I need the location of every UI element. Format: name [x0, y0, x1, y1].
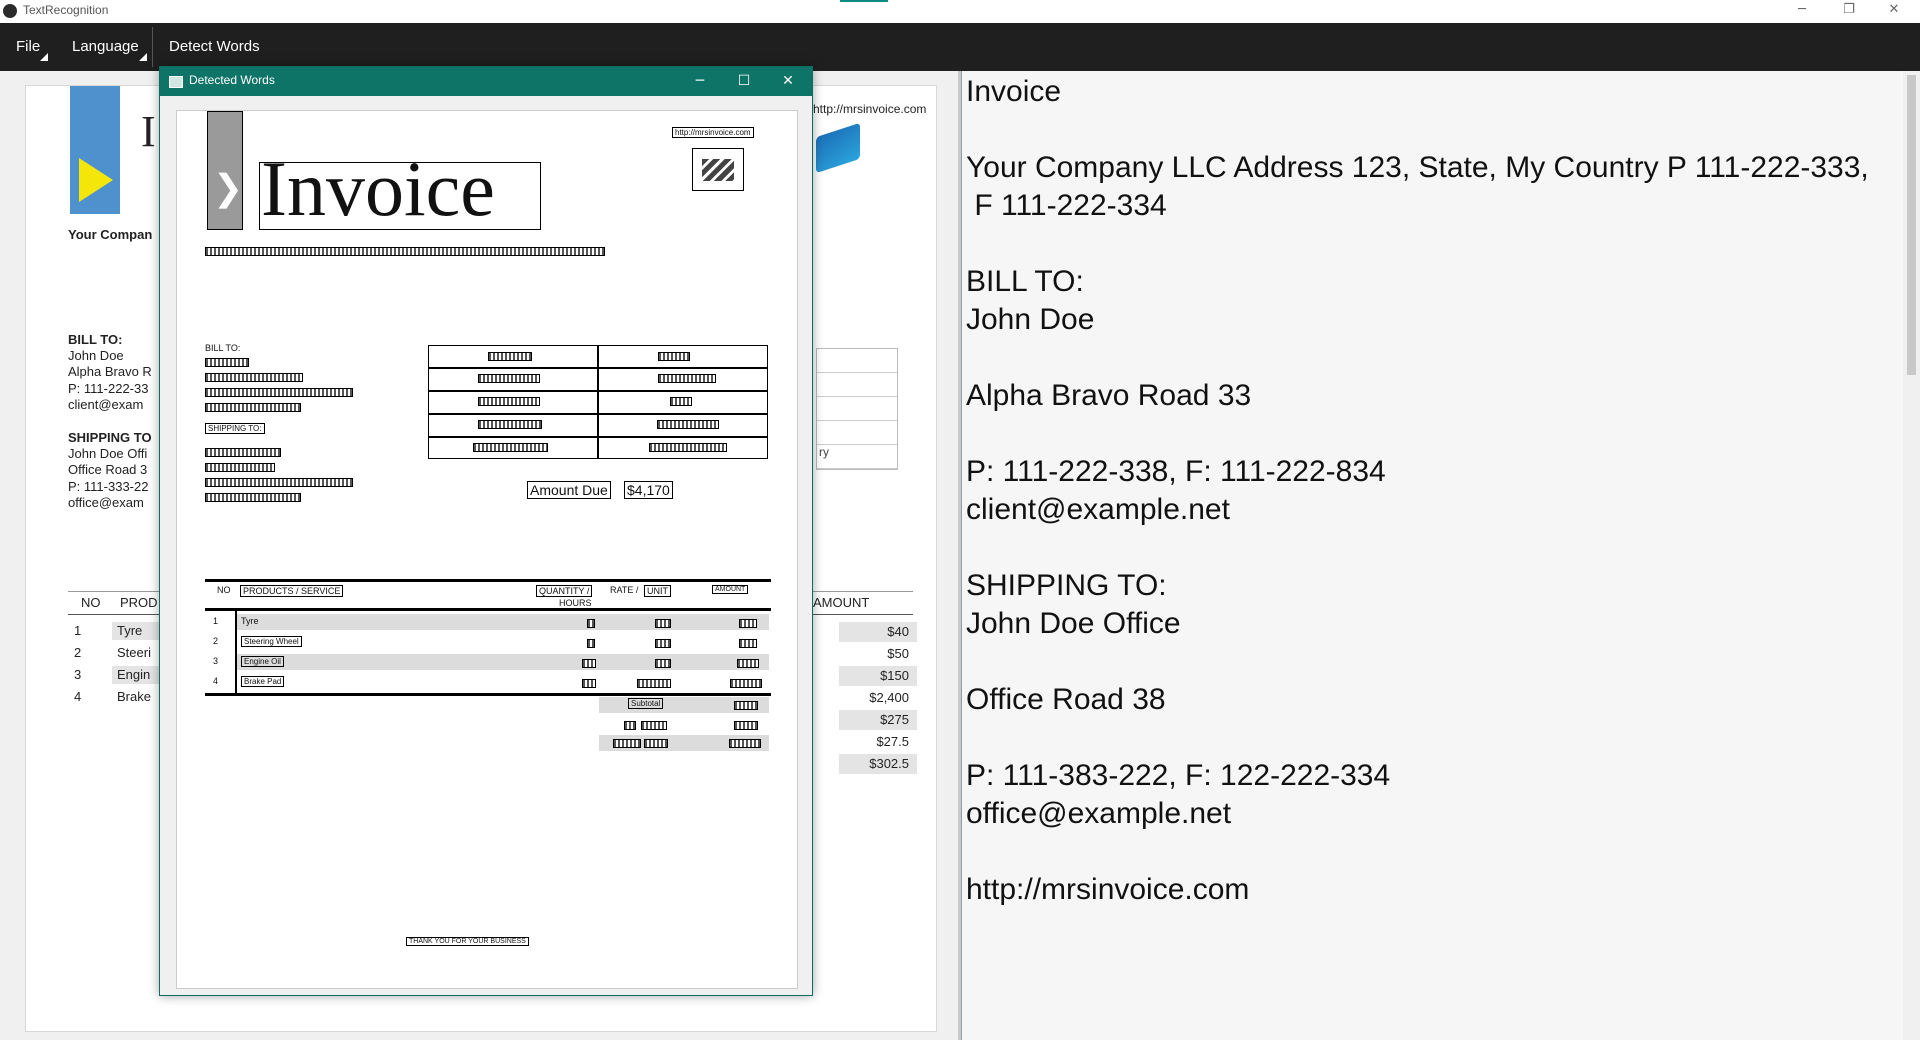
annotated-shipping-to: SHIPPING TO: — [205, 423, 265, 434]
ocr-output-panel[interactable]: Invoice Your Company LLC Address 123, St… — [961, 71, 1920, 1040]
annotated-row-number: 1 — [213, 616, 219, 626]
annotated-thanks: THANK YOU FOR YOUR BUSINESS — [406, 937, 529, 946]
recognized-text[interactable]: Invoice Your Company LLC Address 123, St… — [966, 73, 1896, 909]
annotated-word-line — [205, 247, 605, 256]
annotated-url: http://mrsinvoice.com — [672, 127, 754, 138]
source-header-no: NO — [81, 595, 101, 610]
source-bill-line: Alpha Bravo R — [68, 364, 152, 379]
window-title-bar: TextRecognition ─ ❐ ✕ — [0, 0, 1920, 23]
source-shipping-line: John Doe Offi — [68, 446, 148, 461]
source-item-row: 2 Steeri — [74, 645, 151, 660]
source-shipping-line: Office Road 3 — [68, 462, 148, 477]
menu-detect-words[interactable]: Detect Words — [169, 23, 260, 71]
submenu-indicator-icon — [40, 53, 49, 61]
source-total: $27.5 — [876, 734, 909, 749]
restore-window-button[interactable]: ❐ — [1829, 0, 1869, 23]
detected-words-dialog: Detected Words ─ ☐ ✕ ❯ Invoice http://mr… — [159, 66, 813, 996]
dialog-window-icon — [169, 76, 183, 88]
close-window-button[interactable]: ✕ — [1874, 0, 1914, 23]
annotated-word-line — [205, 358, 249, 367]
source-amount: $2,400 — [869, 690, 909, 705]
source-shipping-label: SHIPPING TO — [68, 430, 152, 445]
source-total: $275 — [839, 710, 917, 730]
annotated-header-rate: RATE / — [610, 585, 639, 595]
menu-language-label: Language — [72, 38, 139, 55]
chevron-icon: ❯ — [213, 167, 244, 208]
company-logo-icon — [702, 159, 734, 181]
window-title: TextRecognition — [23, 3, 109, 17]
source-item-row: 1 Tyre — [68, 622, 173, 640]
source-bill-line: client@exam — [68, 397, 144, 412]
menu-file[interactable]: File — [16, 23, 49, 71]
annotated-invoice-heading: Invoice — [261, 145, 495, 232]
annotated-amount-value: $4,170 — [624, 481, 673, 499]
annotated-row-number: 3 — [213, 656, 219, 666]
source-side-table-text: ry — [817, 445, 897, 469]
annotated-row-name: Tyre — [241, 616, 259, 626]
dialog-title-bar[interactable]: Detected Words ─ ☐ ✕ — [160, 67, 812, 96]
annotated-row-number: 2 — [213, 636, 219, 646]
annotated-word-line — [205, 478, 353, 487]
annotated-header-no: NO — [217, 585, 231, 595]
menu-language[interactable]: Language — [72, 23, 147, 71]
annotated-word-line — [205, 463, 275, 472]
chevron-logo-icon — [79, 158, 113, 202]
annotated-header-amount: AMOUNT — [712, 585, 749, 594]
restore-icon: ❐ — [1843, 2, 1855, 17]
minimize-window-button[interactable]: ─ — [1782, 0, 1822, 23]
annotated-row-name: Engine Oil — [241, 656, 284, 667]
minimize-icon: ─ — [695, 73, 705, 89]
source-total: $302.5 — [839, 754, 917, 774]
annotated-header-hours: HOURS — [559, 598, 592, 608]
maximize-icon: ☐ — [737, 73, 751, 89]
annotated-amount-due: Amount Due — [527, 481, 611, 499]
source-item-row: 3 Engin — [68, 666, 173, 684]
annotated-word-line — [205, 388, 353, 397]
close-icon: ✕ — [782, 73, 794, 89]
company-logo-icon — [816, 122, 860, 174]
source-shipping-line: P: 111-333-22 — [68, 479, 149, 494]
source-amount: $150 — [839, 666, 917, 686]
dialog-title: Detected Words — [189, 73, 275, 87]
annotated-row-name: Steering Wheel — [241, 636, 302, 647]
annotated-word-line — [205, 448, 281, 457]
source-header-product: PROD — [120, 595, 158, 610]
annotated-subtotal: Subtotal — [628, 698, 664, 709]
annotated-bill-to: BILL TO: — [205, 343, 241, 353]
minimize-icon: ─ — [1798, 2, 1806, 17]
menu-bar: File Language Detect Words — [0, 23, 1920, 71]
dialog-close-button[interactable]: ✕ — [766, 67, 810, 96]
menu-file-label: File — [16, 38, 41, 55]
annotated-invoice-image: ❯ Invoice http://mrsinvoice.com BILL TO:… — [176, 110, 798, 989]
source-bill-line: John Doe — [68, 348, 124, 363]
source-item-row: 4 Brake — [74, 689, 151, 704]
close-icon: ✕ — [1888, 2, 1900, 17]
title-accent-line — [840, 0, 888, 2]
source-invoice-info-table: ry — [816, 348, 898, 470]
scrollbar-thumb[interactable] — [1907, 75, 1916, 375]
annotated-word-line — [205, 493, 301, 502]
source-bill-to-label: BILL TO: — [68, 332, 123, 347]
annotated-word-line — [205, 403, 301, 412]
source-url: http://mrsinvoice.com — [813, 102, 927, 116]
dialog-maximize-button[interactable]: ☐ — [722, 67, 766, 96]
source-bill-line: P: 111-222-33 — [68, 381, 149, 396]
annotated-row-name: Brake Pad — [241, 676, 285, 687]
dialog-minimize-button[interactable]: ─ — [678, 67, 722, 96]
annotated-header-products: PRODUCTS / SERVICE — [240, 585, 344, 597]
source-amount: $50 — [887, 646, 909, 661]
app-icon — [3, 4, 17, 18]
ocr-scrollbar[interactable] — [1903, 71, 1920, 1040]
annotated-header-unit: UNIT — [644, 585, 671, 597]
annotated-word-line — [205, 373, 303, 382]
menu-separator — [152, 27, 153, 67]
source-amount: $40 — [839, 622, 917, 642]
source-company-label: Your Compan — [68, 227, 153, 242]
submenu-indicator-icon — [138, 53, 147, 61]
source-header-amount: AMOUNT — [813, 595, 870, 610]
source-shipping-line: office@exam — [68, 495, 144, 510]
annotated-row-number: 4 — [213, 676, 219, 686]
annotated-header-quantity: QUANTITY / — [536, 585, 593, 597]
